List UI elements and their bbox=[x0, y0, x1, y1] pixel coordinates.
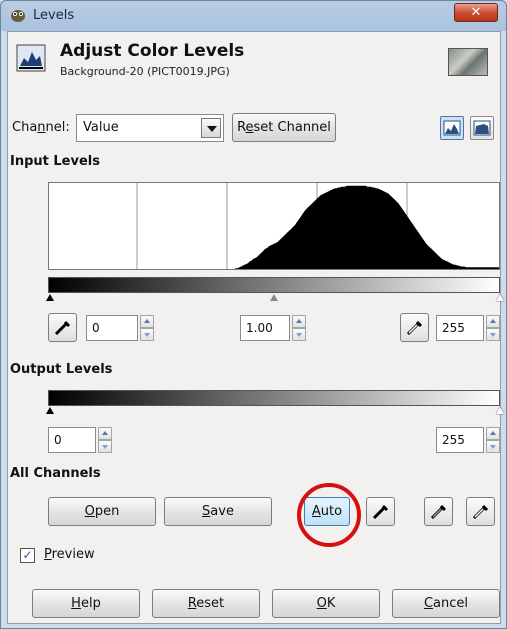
output-high-spinner[interactable] bbox=[486, 427, 500, 453]
linear-histogram-icon bbox=[443, 120, 461, 136]
output-low-field[interactable]: 0 bbox=[48, 427, 112, 453]
window-title: Levels bbox=[33, 8, 75, 23]
input-gamma-handle[interactable] bbox=[270, 294, 278, 301]
output-gradient-bar bbox=[48, 390, 500, 406]
input-levels-heading: Input Levels bbox=[10, 154, 100, 169]
levels-window: Levels ✕ Adjust Color Levels Background-… bbox=[0, 0, 507, 629]
preview-checkbox[interactable]: ✓ bbox=[20, 548, 35, 563]
levels-icon bbox=[16, 44, 46, 72]
eyedropper-black-icon bbox=[54, 320, 71, 336]
channel-select[interactable]: Value bbox=[76, 114, 224, 142]
pick-white-button[interactable] bbox=[466, 497, 495, 526]
input-gamma-spinner[interactable] bbox=[292, 315, 306, 341]
eyedropper-gray-icon bbox=[430, 504, 447, 520]
close-icon: ✕ bbox=[470, 5, 482, 20]
ok-button[interactable]: OK bbox=[272, 589, 380, 618]
all-channels-heading: All Channels bbox=[10, 466, 101, 481]
eyedropper-white-icon bbox=[472, 504, 489, 520]
output-levels-heading: Output Levels bbox=[10, 362, 113, 377]
pick-black-button[interactable] bbox=[366, 497, 395, 526]
highlight-circle bbox=[297, 483, 361, 547]
input-gradient-bar bbox=[48, 277, 500, 293]
input-low-spinner[interactable] bbox=[140, 315, 154, 341]
input-high-field[interactable]: 255 bbox=[436, 315, 500, 341]
open-button[interactable]: Open bbox=[48, 497, 156, 526]
gimp-mascot-icon bbox=[11, 10, 25, 22]
close-button[interactable]: ✕ bbox=[454, 3, 498, 22]
output-high-field[interactable]: 255 bbox=[436, 427, 500, 453]
histogram-plot bbox=[49, 183, 499, 269]
linear-histogram-button[interactable] bbox=[440, 116, 464, 140]
input-white-point-handle[interactable] bbox=[496, 294, 504, 301]
chevron-down-icon[interactable] bbox=[201, 118, 221, 138]
log-histogram-button[interactable] bbox=[470, 116, 494, 140]
eyedropper-white-icon bbox=[406, 320, 423, 336]
reset-channel-button[interactable]: Reset Channel bbox=[232, 113, 336, 142]
channel-select-value: Value bbox=[83, 120, 119, 135]
cancel-button[interactable]: Cancel bbox=[392, 589, 500, 618]
eyedropper-black-icon bbox=[372, 504, 389, 520]
help-button[interactable]: Help bbox=[32, 589, 140, 618]
dialog-subtitle: Background-20 (PICT0019.JPG) bbox=[60, 65, 230, 78]
save-button[interactable]: Save bbox=[164, 497, 272, 526]
black-point-picker[interactable] bbox=[48, 313, 77, 342]
input-gamma-field[interactable]: 1.00 bbox=[240, 315, 306, 341]
output-white-point-handle[interactable] bbox=[496, 407, 504, 414]
image-thumbnail bbox=[448, 48, 488, 76]
pick-gray-button[interactable] bbox=[424, 497, 453, 526]
input-low-field[interactable]: 0 bbox=[86, 315, 154, 341]
preview-label[interactable]: Preview bbox=[44, 547, 95, 562]
histogram-area bbox=[49, 185, 499, 269]
dialog-body: Adjust Color Levels Background-20 (PICT0… bbox=[7, 31, 504, 624]
input-high-spinner[interactable] bbox=[486, 315, 500, 341]
log-histogram-icon bbox=[473, 120, 491, 136]
reset-button[interactable]: Reset bbox=[152, 589, 260, 618]
dialog-title: Adjust Color Levels bbox=[60, 41, 245, 61]
output-black-point-handle[interactable] bbox=[46, 407, 54, 414]
white-point-picker[interactable] bbox=[400, 313, 429, 342]
output-low-spinner[interactable] bbox=[98, 427, 112, 453]
channel-label: Channel: bbox=[12, 120, 70, 135]
title-bar[interactable]: Levels ✕ bbox=[1, 1, 506, 31]
histogram bbox=[48, 182, 500, 270]
input-black-point-handle[interactable] bbox=[46, 294, 54, 301]
